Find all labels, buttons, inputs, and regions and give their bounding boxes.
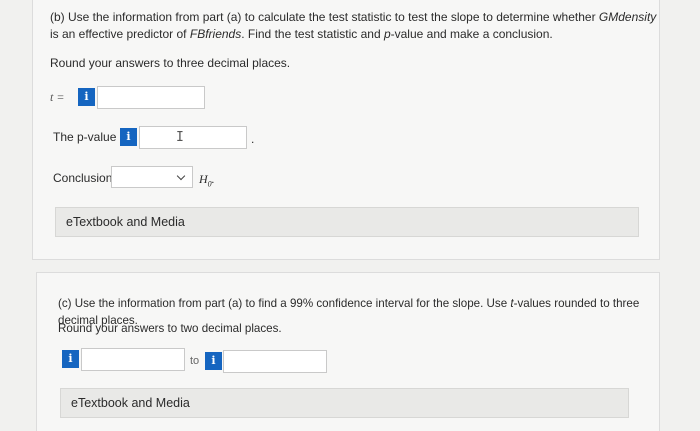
pvalue-period: . — [251, 132, 255, 146]
t-stat-input[interactable] — [97, 86, 205, 109]
ci-upper-input[interactable] — [223, 350, 327, 373]
variable-gmdensity: GMdensity — [598, 10, 657, 24]
prompt-text: is an effective predictor of — [50, 27, 190, 41]
conclusion-select[interactable] — [111, 166, 193, 188]
part-b-prompt: (b) Use the information from part (a) to… — [50, 9, 660, 43]
variable-p: p — [383, 27, 391, 41]
pvalue-label: The p-value is — [53, 130, 129, 144]
conclusion-label: Conclusion: — [53, 171, 116, 185]
ci-lower-info-icon[interactable]: i — [62, 350, 79, 368]
text-cursor-icon: I — [176, 130, 184, 145]
part-b-round-note: Round your answers to three decimal plac… — [50, 56, 291, 70]
pvalue-info-icon[interactable]: i — [120, 128, 137, 146]
part-c-round-note: Round your answers to two decimal places… — [58, 322, 282, 335]
h0-letter: H — [199, 172, 208, 186]
ci-upper-info-icon[interactable]: i — [205, 352, 222, 370]
prompt-text: (b) Use the information from part (a) to… — [50, 10, 599, 24]
ci-lower-input[interactable] — [81, 348, 185, 371]
t-stat-info-icon[interactable]: i — [78, 88, 95, 106]
h0-period: . — [211, 172, 215, 186]
t-stat-label: t = — [50, 90, 65, 104]
etextbook-label: eTextbook and Media — [71, 396, 190, 410]
pvalue-input[interactable] — [139, 126, 247, 149]
variable-fbfriends: FBfriends — [189, 27, 242, 41]
chevron-down-icon — [176, 171, 186, 181]
etextbook-label: eTextbook and Media — [66, 215, 185, 229]
h0-symbol: H0. — [199, 172, 215, 188]
ci-to-label: to — [190, 355, 200, 367]
prompt-text: (c) Use the information from part (a) to… — [58, 297, 511, 310]
prompt-text: . Find the test statistic and — [241, 27, 384, 41]
etextbook-media-bar-b[interactable]: eTextbook and Media — [55, 207, 639, 237]
etextbook-media-bar-c[interactable]: eTextbook and Media — [60, 388, 629, 418]
prompt-text: -value and make a conclusion. — [390, 27, 553, 41]
